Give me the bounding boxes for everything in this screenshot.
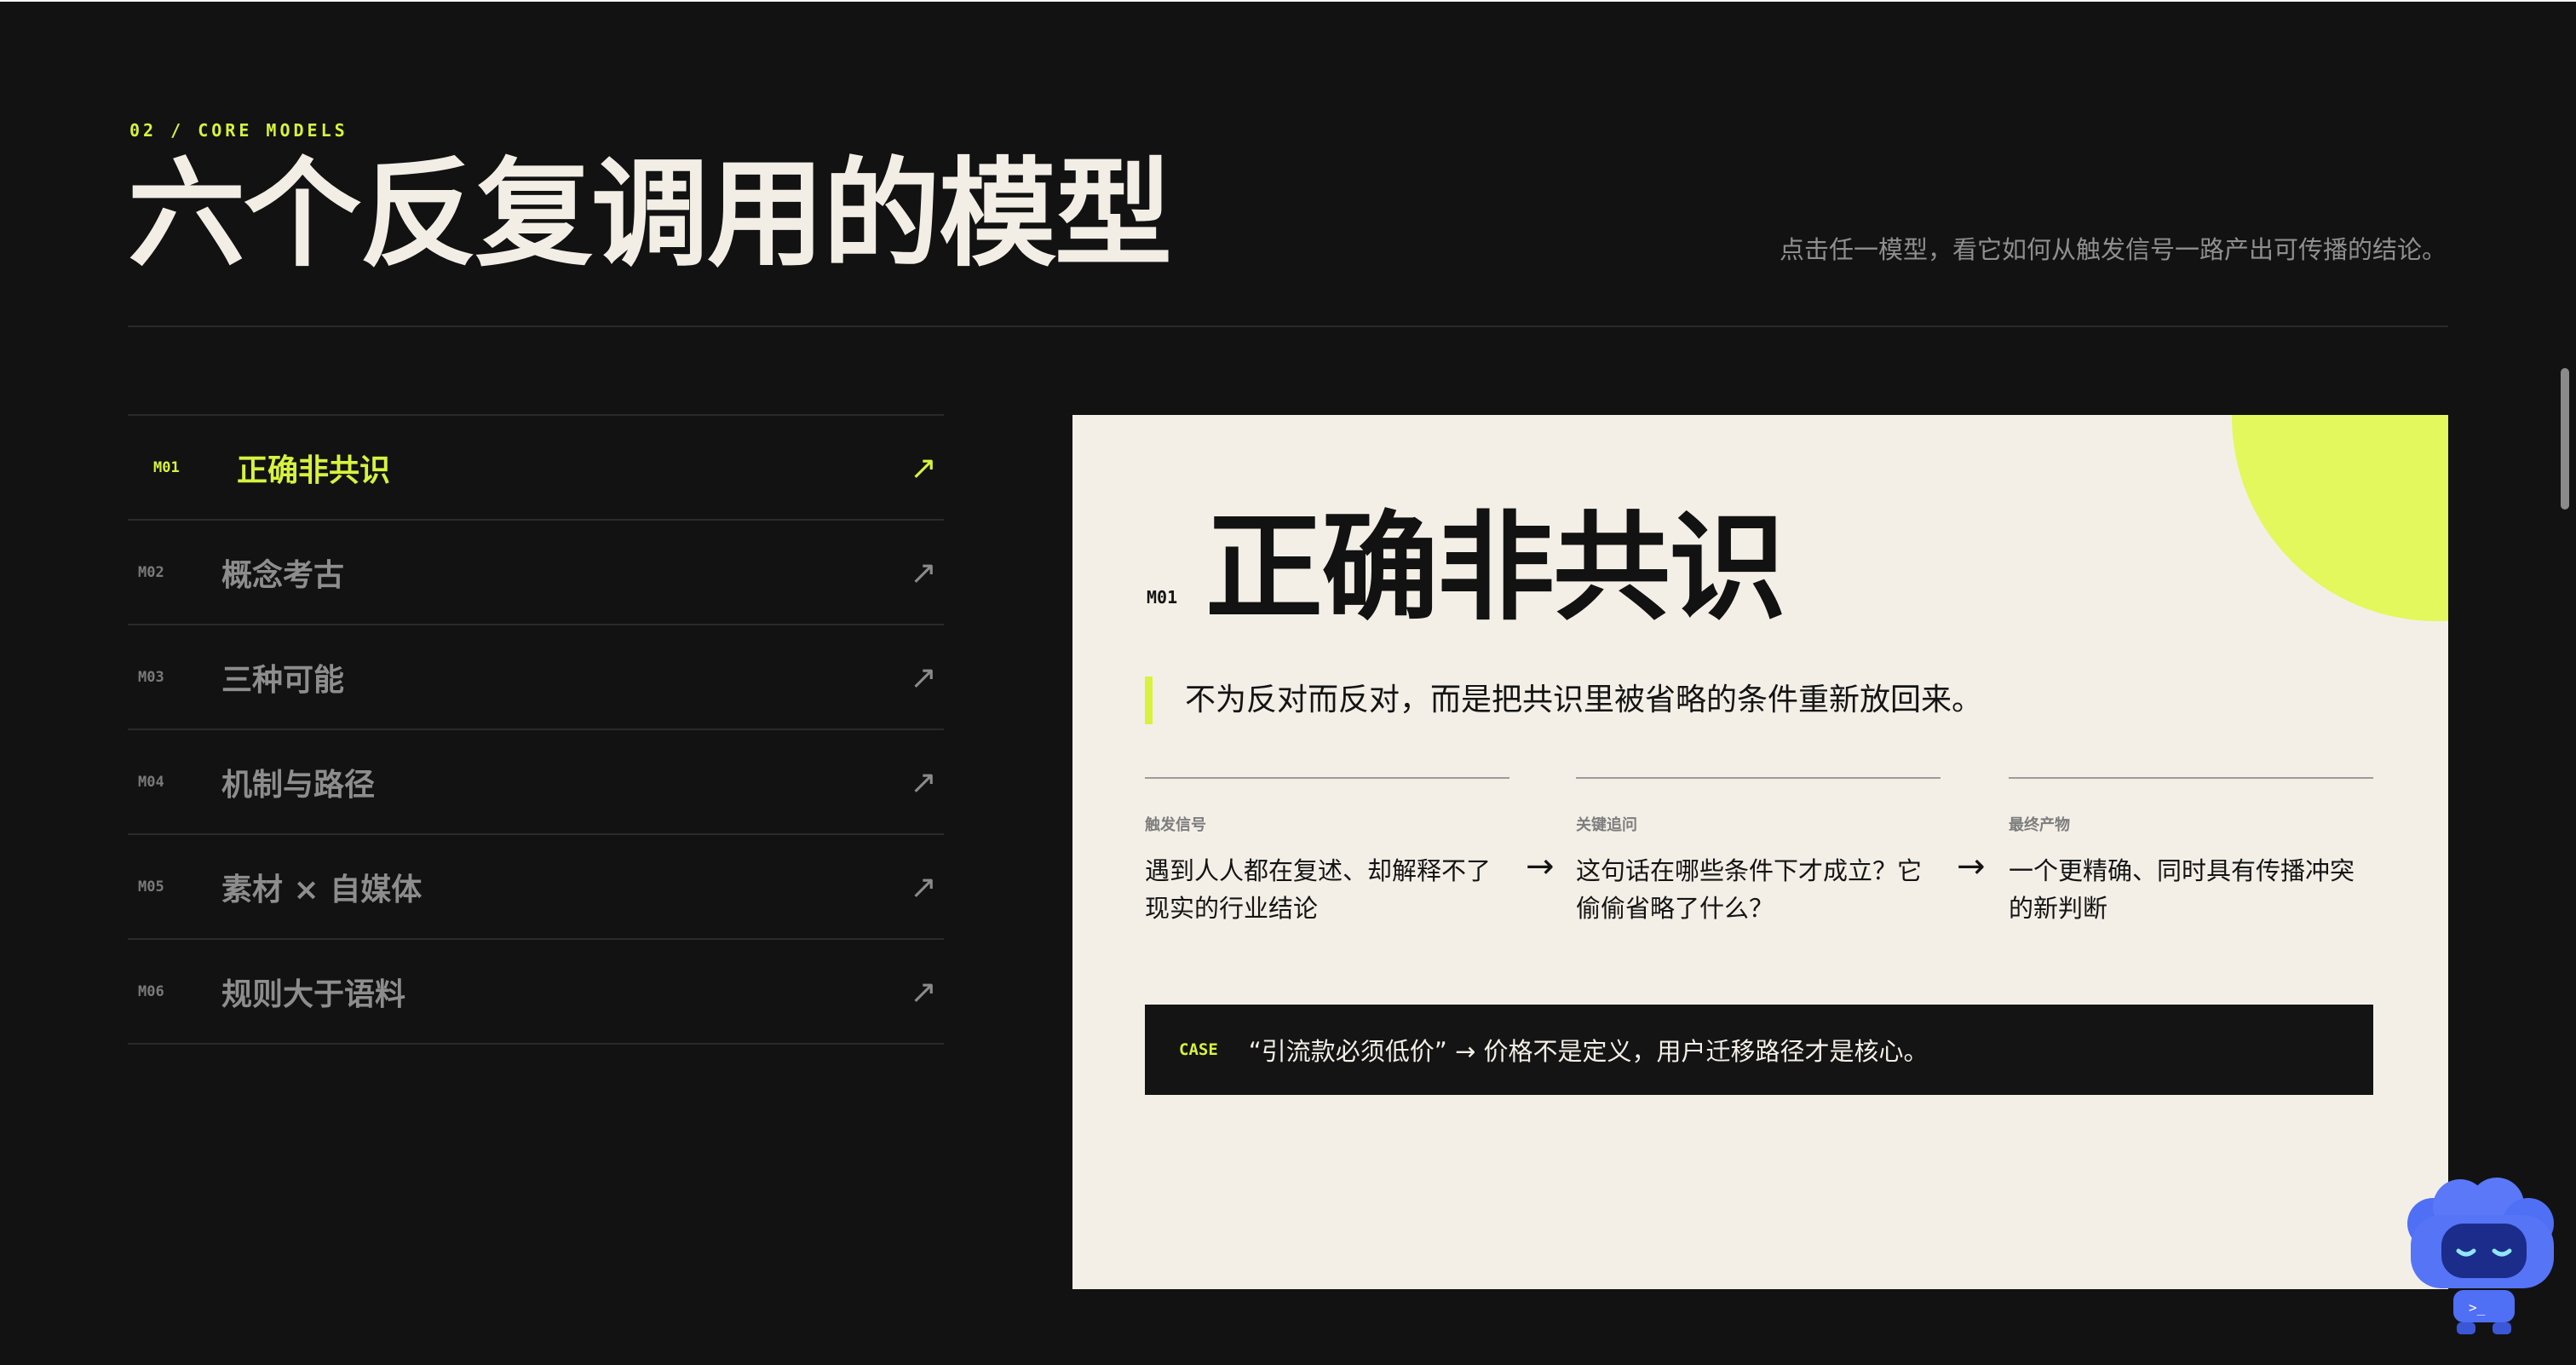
page-title: 六个反复调用的模型 bbox=[128, 146, 1172, 283]
model-detail-card: M01 正确非共识 不为反对而反对，而是把共识里被省略的条件重新放回来。 触发信… bbox=[1072, 415, 2448, 1289]
case-tag: CASE bbox=[1179, 1040, 1218, 1059]
quote-accent-bar bbox=[1145, 677, 1153, 724]
robot-assistant-icon[interactable]: >_ bbox=[2399, 1171, 2569, 1341]
model-item-m03[interactable]: M03 三种可能 ↗ bbox=[128, 625, 944, 730]
arrow-up-right-icon: ↗ bbox=[910, 553, 937, 591]
arrow-right-icon: → bbox=[1526, 847, 1555, 886]
arrow-up-right-icon: ↗ bbox=[910, 972, 937, 1011]
case-text: “引流款必须低价” → 价格不是定义，用户迁移路径才是核心。 bbox=[1248, 1037, 1929, 1066]
step-output: 最终产物 一个更精确、同时具有传播冲突的新判断 bbox=[2009, 777, 2373, 923]
step-label: 触发信号 bbox=[1145, 816, 1206, 834]
detail-model-code: M01 bbox=[1147, 587, 1178, 608]
arrow-up-right-icon: ↗ bbox=[910, 658, 937, 696]
scrollbar-thumb[interactable] bbox=[2561, 368, 2569, 510]
step-text: 这句话在哪些条件下才成立？它偷偷省略了什么？ bbox=[1576, 856, 1923, 923]
model-code: M01 bbox=[153, 458, 180, 476]
model-code: M04 bbox=[138, 773, 164, 791]
model-item-m01[interactable]: M01 正确非共识 ↗ bbox=[128, 416, 944, 521]
model-item-m06[interactable]: M06 规则大于语料 ↗ bbox=[128, 940, 944, 1045]
step-text: 一个更精确、同时具有传播冲突的新判断 bbox=[2009, 856, 2355, 923]
model-code: M03 bbox=[138, 668, 164, 686]
model-label: 概念考古 bbox=[221, 557, 345, 593]
step-text: 遇到人人都在复述、却解释不了现实的行业结论 bbox=[1145, 856, 1492, 923]
arrow-up-right-icon: ↗ bbox=[910, 867, 937, 906]
model-code: M05 bbox=[138, 878, 164, 896]
section-eyebrow: 02 / CORE MODELS bbox=[129, 120, 348, 141]
header-divider bbox=[128, 325, 2448, 327]
model-label: 规则大于语料 bbox=[221, 976, 406, 1012]
step-question: 关键追问 这句话在哪些条件下才成立？它偷偷省略了什么？ bbox=[1576, 777, 1941, 923]
detail-title: 正确非共识 bbox=[1205, 499, 1786, 636]
model-item-m02[interactable]: M02 概念考古 ↗ bbox=[128, 521, 944, 625]
step-label: 最终产物 bbox=[2009, 816, 2070, 834]
model-label: 素材 × 自媒体 bbox=[221, 872, 423, 907]
arrow-up-right-icon: ↗ bbox=[910, 763, 937, 801]
model-item-m04[interactable]: M04 机制与路径 ↗ bbox=[128, 730, 944, 835]
case-example: CASE “引流款必须低价” → 价格不是定义，用户迁移路径才是核心。 bbox=[1145, 1005, 2373, 1095]
step-trigger: 触发信号 遇到人人都在复述、却解释不了现实的行业结论 bbox=[1145, 777, 1509, 923]
model-code: M02 bbox=[138, 563, 164, 581]
model-label: 机制与路径 bbox=[221, 767, 376, 803]
arrow-up-right-icon: ↗ bbox=[910, 448, 937, 487]
svg-text:>_: >_ bbox=[2469, 1299, 2486, 1316]
decorative-circle bbox=[2232, 415, 2448, 621]
step-label: 关键追问 bbox=[1576, 816, 1637, 834]
detail-quote: 不为反对而反对，而是把共识里被省略的条件重新放回来。 bbox=[1185, 682, 1983, 717]
page-subtitle: 点击任一模型，看它如何从触发信号一路产出可传播的结论。 bbox=[1779, 235, 2447, 264]
arrow-right-icon: → bbox=[1957, 847, 1986, 886]
model-code: M06 bbox=[138, 982, 164, 1000]
model-label: 正确非共识 bbox=[237, 452, 391, 488]
page-top-border bbox=[0, 0, 2576, 2]
model-label: 三种可能 bbox=[221, 662, 345, 698]
model-list: M01 正确非共识 ↗ M02 概念考古 ↗ M03 三种可能 ↗ M04 机制… bbox=[128, 414, 944, 1045]
model-item-m05[interactable]: M05 素材 × 自媒体 ↗ bbox=[128, 835, 944, 940]
